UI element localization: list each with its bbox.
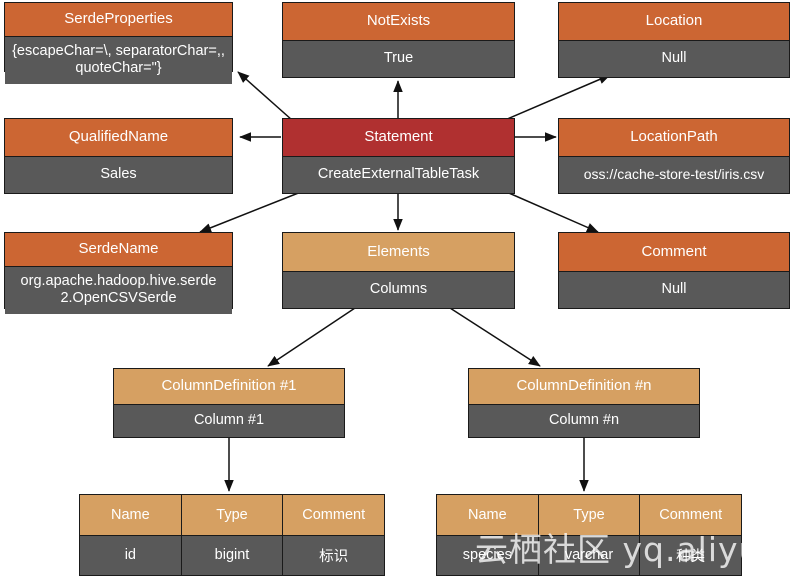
node-header: Comment — [559, 233, 789, 272]
table-header-cell-name: Name — [437, 495, 539, 535]
node-value: True — [283, 41, 514, 77]
node-header: Statement — [283, 119, 514, 157]
node-header: SerdeProperties — [5, 3, 232, 37]
node-header: NotExists — [283, 3, 514, 41]
table-header-row: Name Type Comment — [80, 495, 385, 536]
table-cell-name: id — [80, 535, 182, 575]
node-column-definition-n[interactable]: ColumnDefinition #n Column #n — [468, 368, 700, 438]
node-serde-name[interactable]: SerdeName org.apache.hadoop.hive.serde 2… — [4, 232, 233, 315]
table-header-cell-comment: Comment — [283, 495, 385, 535]
edge-statement-location — [504, 74, 611, 121]
node-serde-properties[interactable]: SerdeProperties {escapeChar=\, separator… — [4, 2, 233, 85]
node-comment[interactable]: Comment Null — [558, 232, 790, 309]
node-value: org.apache.hadoop.hive.serde 2.OpenCSVSe… — [5, 266, 232, 315]
edge-elements-columndefinition1 — [267, 307, 356, 367]
table-cell-name: species — [437, 535, 539, 575]
node-value: {escapeChar=\, separatorChar=,, quoteCha… — [5, 36, 232, 85]
node-header: ColumnDefinition #n — [469, 369, 699, 405]
edge-statement-comment — [501, 189, 599, 233]
node-header: SerdeName — [5, 233, 232, 267]
table-header-row: Name Type Comment — [437, 495, 742, 536]
table-row: species varchar 种类 — [437, 535, 742, 575]
table-cell-comment: 标识 — [283, 535, 385, 575]
node-not-exists[interactable]: NotExists True — [282, 2, 515, 78]
table-header-cell-type: Type — [538, 495, 641, 535]
node-value: Column #n — [469, 405, 699, 437]
node-qualified-name[interactable]: QualifiedName Sales — [4, 118, 233, 194]
node-statement[interactable]: Statement CreateExternalTableTask — [282, 118, 515, 194]
node-value: CreateExternalTableTask — [283, 157, 514, 193]
node-location-path[interactable]: LocationPath oss://cache-store-test/iris… — [558, 118, 790, 194]
table-row: id bigint 标识 — [80, 535, 385, 575]
node-value: Column #1 — [114, 405, 344, 437]
node-elements[interactable]: Elements Columns — [282, 232, 515, 309]
table-column-1[interactable]: Name Type Comment id bigint 标识 — [79, 494, 385, 576]
edge-elements-columndefinitionn — [449, 307, 541, 367]
edge-statement-serdename — [199, 189, 307, 233]
node-value: Columns — [283, 272, 514, 308]
table-header-cell-type: Type — [181, 495, 284, 535]
node-header: QualifiedName — [5, 119, 232, 157]
node-value: Sales — [5, 157, 232, 193]
node-header: Location — [559, 3, 789, 41]
table-header-cell-name: Name — [80, 495, 182, 535]
edge-statement-serdeproperties — [237, 71, 293, 121]
diagram-canvas: SerdeProperties {escapeChar=\, separator… — [0, 0, 794, 576]
node-value: Null — [559, 272, 789, 308]
table-cell-type: bigint — [181, 535, 284, 575]
node-value: Null — [559, 41, 789, 77]
node-header: Elements — [283, 233, 514, 272]
node-location[interactable]: Location Null — [558, 2, 790, 78]
table-cell-comment: 种类 — [640, 535, 742, 575]
node-column-definition-1[interactable]: ColumnDefinition #1 Column #1 — [113, 368, 345, 438]
node-value: oss://cache-store-test/iris.csv — [559, 157, 789, 193]
node-header: ColumnDefinition #1 — [114, 369, 344, 405]
table-column-n[interactable]: Name Type Comment species varchar 种类 — [436, 494, 742, 576]
node-header: LocationPath — [559, 119, 789, 157]
table-cell-type: varchar — [538, 535, 641, 575]
table-header-cell-comment: Comment — [640, 495, 742, 535]
